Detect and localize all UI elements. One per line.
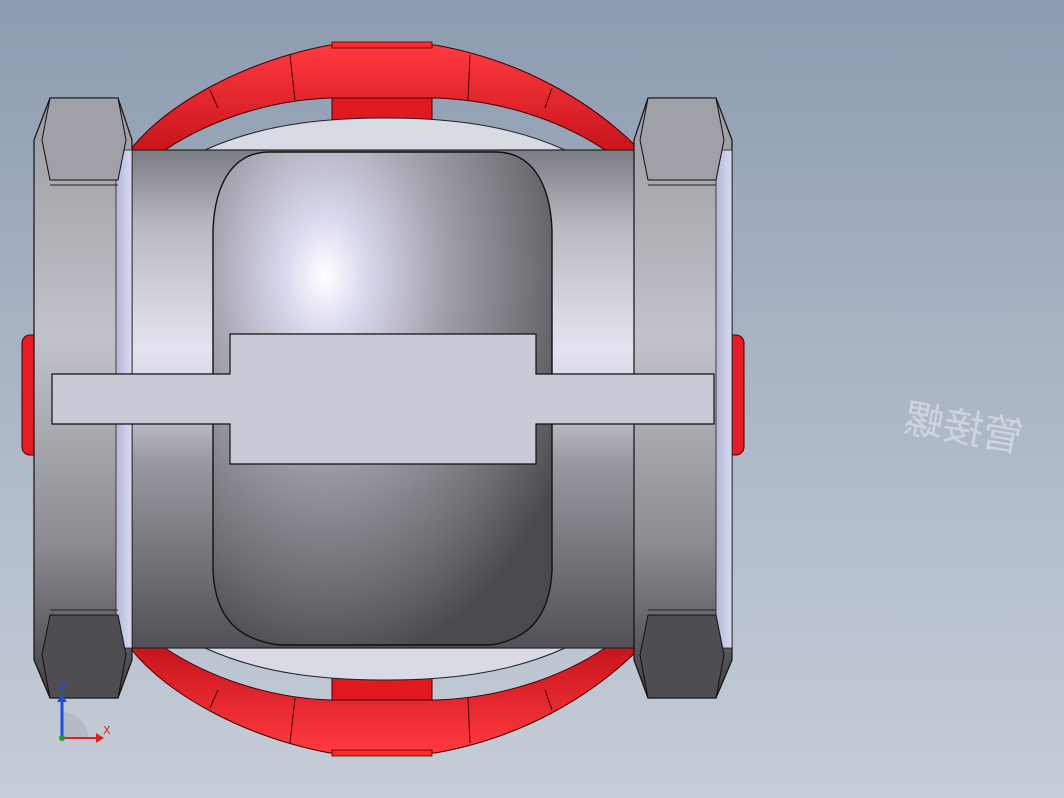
- watermark-text: 管接螺: [900, 396, 1026, 462]
- axis-x-label: X: [103, 724, 111, 737]
- seat-ring-top: [204, 117, 566, 151]
- seat-ring-bottom: [204, 647, 566, 681]
- graphics-viewport[interactable]: 管接螺 Z X: [0, 0, 1064, 798]
- axis-z-label: Z: [59, 682, 67, 695]
- valve-model[interactable]: 管接螺 Z X: [0, 0, 1064, 798]
